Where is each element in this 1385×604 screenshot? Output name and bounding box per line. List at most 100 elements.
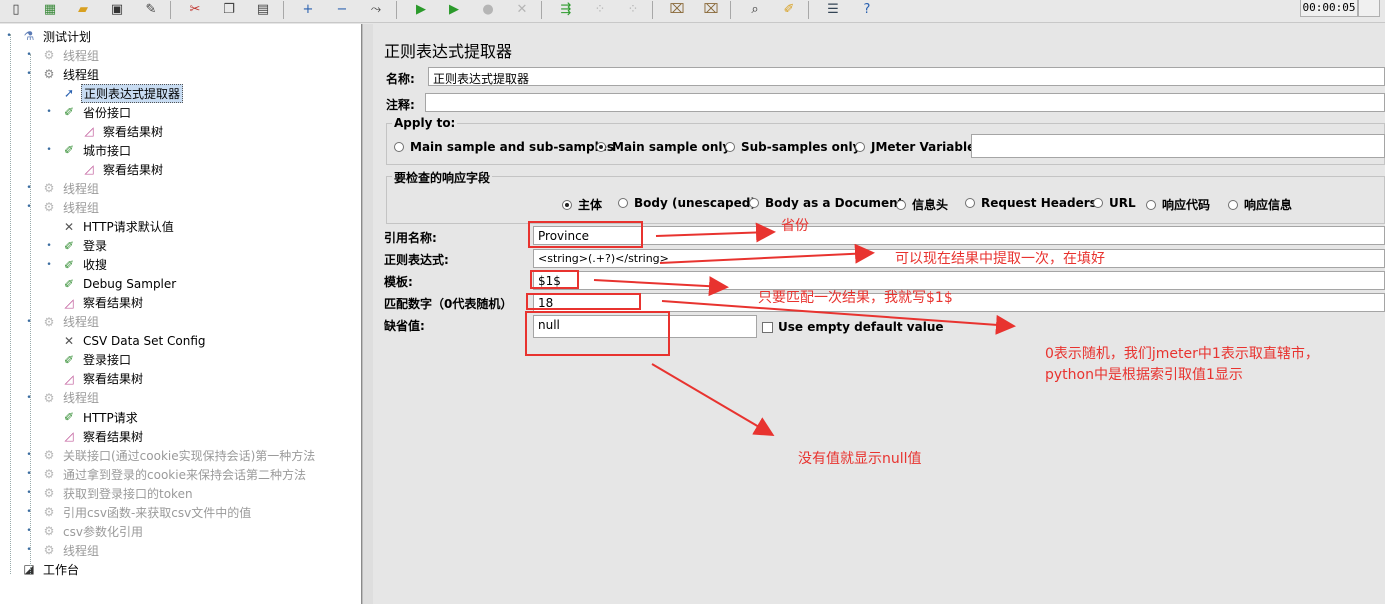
expand-toggle-icon[interactable]: •: [24, 488, 34, 498]
test-plan-tree[interactable]: ⚗ 测试计划 • ⚙ 线程组 • ⚙ 线程组 • ➚ 正则表达式提取器 ✐ 省份接口 • ◿ 察看结果树 ✐ 城市…: [0, 24, 362, 604]
tree-node[interactable]: ⚙ 线程组: [40, 313, 101, 331]
tree-node[interactable]: ✕ HTTP请求默认值: [60, 218, 176, 236]
match-number-label: 匹配数字（0代表随机）: [384, 297, 513, 311]
field-body-radio[interactable]: 主体: [562, 196, 602, 213]
field-body-document-radio[interactable]: Body as a Document: [749, 196, 903, 210]
tree-node[interactable]: ⚙ 线程组: [40, 198, 101, 216]
reset-search-icon[interactable]: ✐: [778, 0, 800, 20]
highlight-box-default: [525, 311, 670, 356]
apply-to-title: Apply to:: [392, 116, 458, 130]
tree-node-label: 测试计划: [43, 29, 92, 44]
tree-node[interactable]: ◿ 察看结果树: [60, 294, 145, 312]
apply-jmeter-variable-radio[interactable]: JMeter Variable: [855, 140, 975, 154]
listener-chart-icon: ◿: [84, 162, 94, 177]
save-as-icon[interactable]: ✎: [140, 0, 162, 20]
collapse-icon[interactable]: −: [331, 0, 353, 20]
tree-node[interactable]: ⚙ csv参数化引用: [40, 522, 145, 540]
expand-toggle-icon[interactable]: •: [44, 107, 54, 117]
expand-toggle-icon[interactable]: •: [24, 202, 34, 212]
tree-node[interactable]: ✕ CSV Data Set Config: [60, 332, 208, 350]
search-icon[interactable]: ⌕: [744, 0, 766, 20]
field-url-radio[interactable]: URL: [1093, 196, 1136, 210]
tree-node[interactable]: ✐ Debug Sampler: [60, 275, 178, 293]
apply-main-and-sub-radio[interactable]: Main sample and sub-samples: [394, 140, 614, 154]
tree-node[interactable]: ⚗ 测试计划: [20, 27, 93, 45]
tree-node[interactable]: ⚙ 引用csv函数-来获取csv文件中的值: [40, 503, 253, 521]
start-no-pause-icon[interactable]: ▶: [443, 0, 465, 20]
expand-icon[interactable]: +: [297, 0, 319, 20]
radio-dot: [1146, 199, 1156, 210]
expand-toggle-icon[interactable]: •: [44, 145, 54, 155]
expand-toggle-icon[interactable]: •: [44, 241, 54, 251]
name-field[interactable]: 正则表达式提取器: [428, 67, 1385, 86]
tree-node[interactable]: ✐ 登录: [60, 237, 109, 255]
tree-node[interactable]: ⚙ 通过拿到登录的cookie来保持会话第二种方法: [40, 465, 308, 483]
remote-start-icon[interactable]: ⇶: [555, 0, 577, 20]
expand-toggle-icon[interactable]: •: [24, 69, 34, 79]
gear-icon: ⚙: [43, 505, 55, 520]
tree-node[interactable]: ⚙ 获取到登录接口的token: [40, 484, 195, 502]
match-number-field[interactable]: 18: [533, 293, 1385, 312]
tree-node[interactable]: ✐ 城市接口: [60, 141, 133, 159]
tree-node[interactable]: ✐ HTTP请求: [60, 408, 140, 426]
stop-icon[interactable]: ●: [477, 0, 499, 20]
gear-icon: ⚙: [43, 543, 55, 558]
field-request-headers-radio[interactable]: Request Headers: [965, 196, 1097, 210]
jmeter-variable-field[interactable]: [971, 134, 1385, 158]
expand-toggle-icon[interactable]: •: [44, 260, 54, 270]
tree-node-label: 线程组: [63, 67, 100, 82]
tree-node[interactable]: ⚙ 线程组: [40, 46, 101, 64]
apply-sub-only-radio[interactable]: Sub-samples only: [725, 140, 860, 154]
tree-node[interactable]: ⚙ 线程组: [40, 65, 101, 83]
expand-toggle-icon[interactable]: •: [24, 183, 34, 193]
clear-all-icon[interactable]: ⌧: [700, 0, 722, 20]
tree-node[interactable]: ✐ 省份接口: [60, 103, 133, 121]
tree-node[interactable]: ⚙ 线程组: [40, 179, 101, 197]
new-icon[interactable]: ▯: [5, 0, 27, 20]
tree-node[interactable]: ◿ 察看结果树: [80, 160, 165, 178]
gear-icon: ⚙: [43, 314, 55, 329]
expand-toggle-icon[interactable]: •: [24, 50, 34, 60]
start-icon[interactable]: ▶: [410, 0, 432, 20]
expand-toggle-icon[interactable]: •: [24, 393, 34, 403]
template-field[interactable]: $1$: [533, 271, 1385, 290]
listener-chart-icon: ◿: [64, 429, 74, 444]
clear-icon[interactable]: ⌧: [666, 0, 688, 20]
copy-icon[interactable]: ❐: [218, 0, 240, 20]
function-helper-icon[interactable]: ☰: [822, 0, 844, 20]
save-icon[interactable]: ▣: [106, 0, 128, 20]
expand-toggle-icon[interactable]: •: [24, 545, 34, 555]
expand-toggle-icon[interactable]: •: [24, 469, 34, 479]
field-headers-radio[interactable]: 信息头: [896, 196, 948, 213]
field-response-message-radio[interactable]: 响应信息: [1228, 196, 1292, 213]
cut-icon[interactable]: ✂: [184, 0, 206, 20]
tree-node[interactable]: ✐ 收搜: [60, 256, 109, 274]
tree-node[interactable]: ◿ 察看结果树: [60, 370, 145, 388]
field-body-unescaped-radio[interactable]: Body (unescaped): [618, 196, 756, 210]
shutdown-icon[interactable]: ✕: [511, 0, 533, 20]
tree-node[interactable]: ✐ 登录接口: [60, 351, 133, 369]
expand-toggle-icon[interactable]: •: [24, 507, 34, 517]
tree-node[interactable]: ⚙ 线程组: [40, 389, 101, 407]
field-response-code-radio[interactable]: 响应代码: [1146, 196, 1210, 213]
tree-node[interactable]: ◿ 察看结果树: [60, 427, 145, 445]
paste-icon[interactable]: ▤: [252, 0, 274, 20]
expand-toggle-icon[interactable]: •: [24, 526, 34, 536]
help-icon[interactable]: ?: [856, 0, 878, 20]
expand-toggle-icon[interactable]: •: [4, 31, 14, 41]
open-icon[interactable]: ▰: [72, 0, 94, 20]
tree-node[interactable]: ⚙ 线程组: [40, 541, 101, 559]
templates-icon[interactable]: ▦: [39, 0, 61, 20]
toggle-icon[interactable]: ⤳: [365, 0, 387, 20]
reference-name-field[interactable]: Province: [533, 226, 1385, 245]
comment-field[interactable]: [425, 93, 1385, 112]
tree-node[interactable]: ◿ 察看结果树: [80, 122, 165, 140]
expand-toggle-icon[interactable]: •: [24, 317, 34, 327]
tree-node[interactable]: ➚ 正则表达式提取器: [60, 83, 184, 103]
use-empty-default-checkbox[interactable]: Use empty default value: [762, 320, 944, 334]
expand-toggle-icon[interactable]: •: [24, 450, 34, 460]
apply-main-only-radio[interactable]: Main sample only: [596, 140, 730, 154]
remote-shutdown-icon[interactable]: ⁘: [622, 0, 644, 20]
tree-node[interactable]: ⚙ 关联接口(通过cookie实现保持会话)第一种方法: [40, 446, 317, 464]
remote-stop-icon[interactable]: ⁘: [589, 0, 611, 20]
